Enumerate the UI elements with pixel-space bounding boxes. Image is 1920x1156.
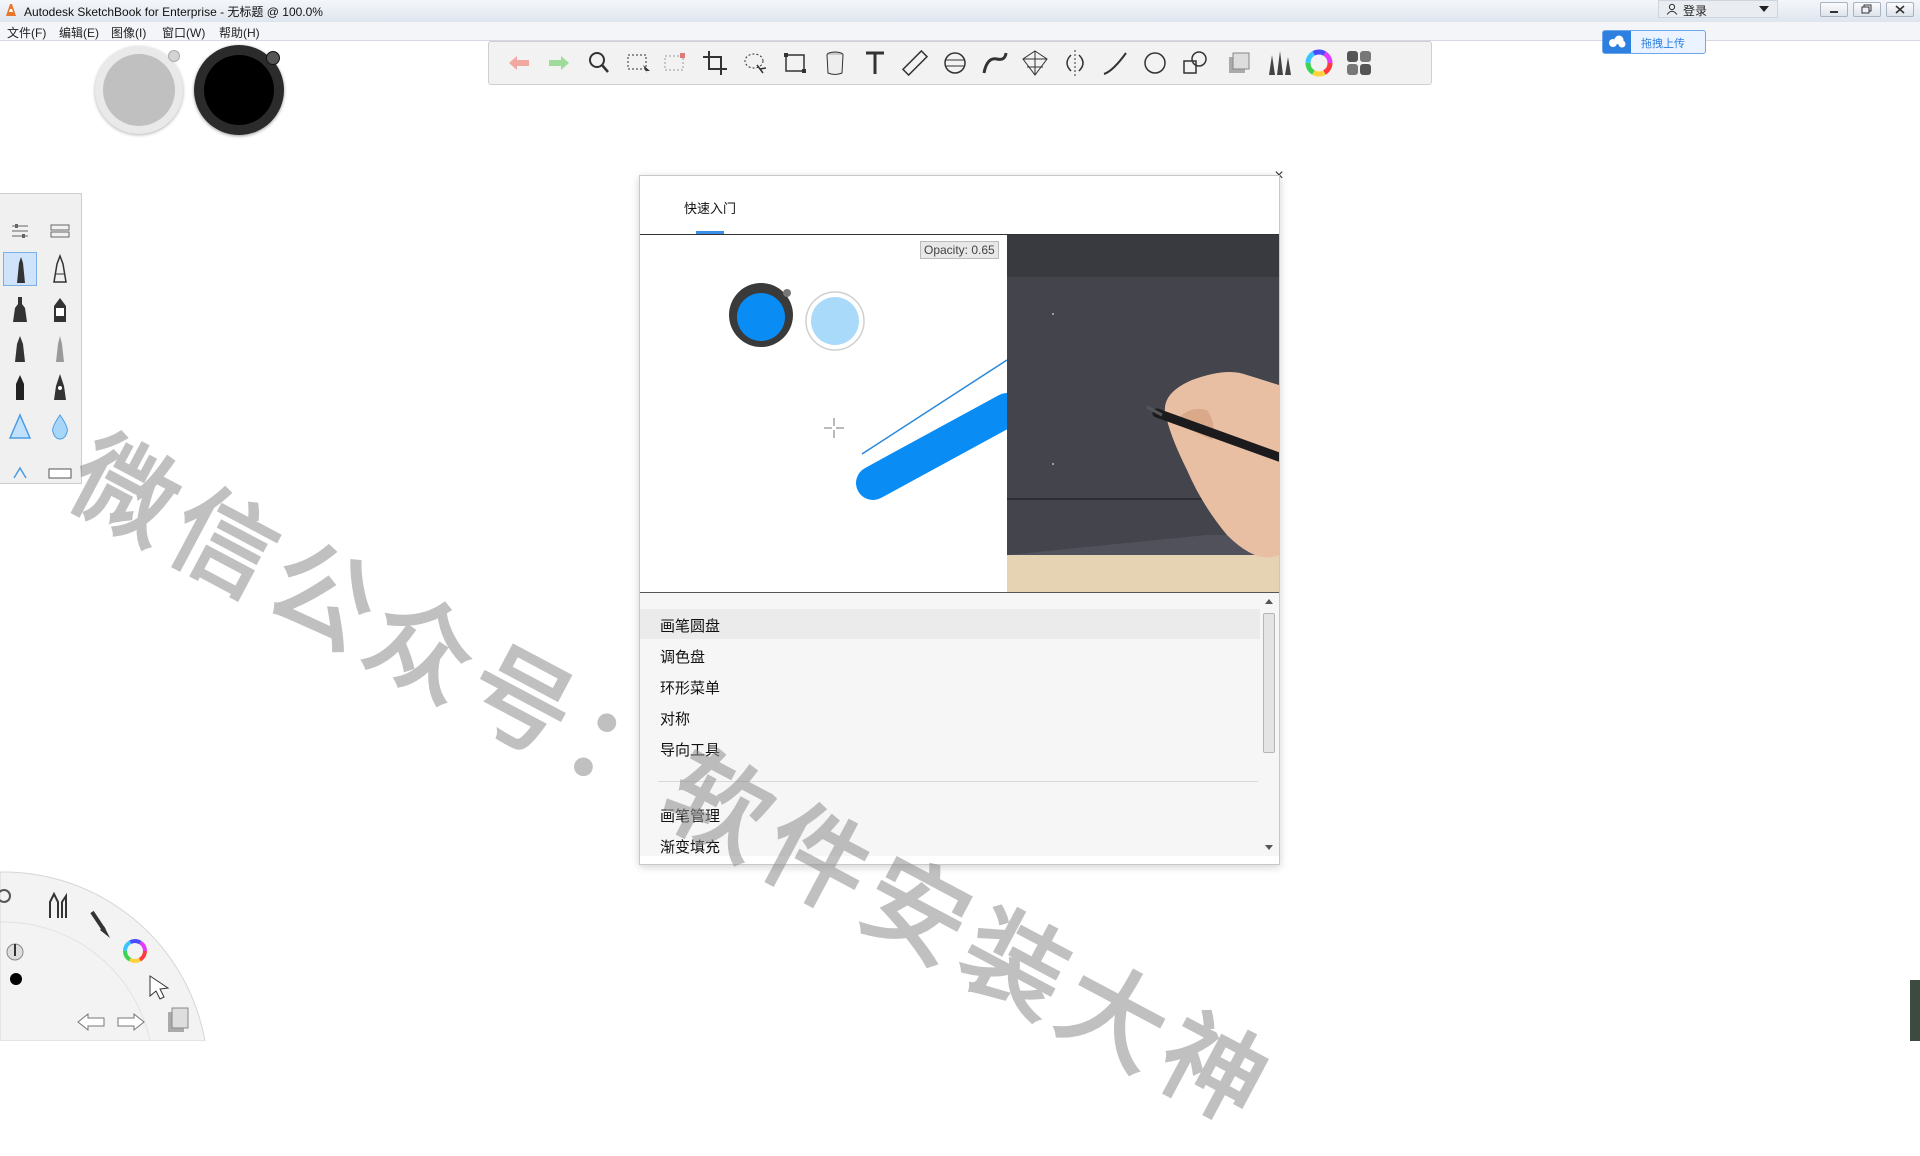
scroll-thumb[interactable] [1263,613,1275,753]
brush-palette [0,193,82,484]
french-curve-icon[interactable] [979,47,1011,79]
eraser-icon[interactable] [43,448,77,479]
fill-icon[interactable] [819,47,851,79]
felt-pen-icon[interactable] [3,370,37,404]
menu-edit[interactable]: 编辑(E) [59,24,99,41]
minimize-button[interactable] [1820,2,1848,17]
ellipse-icon[interactable] [939,47,971,79]
login-dropdown[interactable]: 登录 [1658,0,1778,18]
canvas-edge-indicator [1910,980,1920,1041]
menu-help[interactable]: 帮助(H) [219,24,260,41]
distort-icon[interactable] [779,47,811,79]
restore-icon [1861,4,1872,14]
airbrush-icon[interactable] [3,410,37,444]
cloud-icon [1603,31,1631,53]
minimize-icon [1830,11,1838,13]
chevron-down-icon [1759,6,1769,12]
topic-brush-puck[interactable]: 画笔圆盘 [660,615,720,636]
zoom-icon[interactable] [583,47,615,79]
brush-library-icon[interactable] [1263,47,1295,79]
drag-upload-button[interactable]: 拖拽上传 [1602,30,1706,54]
upload-label: 拖拽上传 [1641,38,1685,50]
app-logo-icon [6,4,16,16]
login-label: 登录 [1683,4,1708,18]
soft-pencil-icon[interactable] [43,332,77,366]
tutorial-preview: Opacity: 0.65 [640,235,1279,592]
topic-color-palette[interactable]: 调色盘 [660,646,705,667]
calligraphy-pen-icon[interactable] [43,370,77,404]
close-icon [1895,5,1905,14]
crop-icon[interactable] [699,47,731,79]
window-title: Autodesk SketchBook for Enterprise - 无标题… [24,5,323,19]
symmetry-icon[interactable] [1059,47,1091,79]
primary-color-puck[interactable] [194,45,284,135]
puck-handle [266,51,280,65]
color-wheel-icon[interactable] [1303,47,1335,79]
pen-size-icon[interactable] [6,943,24,961]
menu-file[interactable]: 文件(F) [7,24,46,41]
demo-thick-stroke [856,393,1007,500]
demo-primary-puck [729,283,793,347]
tab-quick-start[interactable]: 快速入门 [684,198,736,217]
tablet-demo-image [1007,235,1279,592]
demo-secondary-puck [805,291,865,351]
chisel-marker-icon[interactable] [43,292,77,326]
title-bar: Autodesk SketchBook for Enterprise - 无标题… [0,0,1920,23]
redo-icon[interactable] [543,47,575,79]
ballpoint-icon[interactable] [43,252,77,286]
small-airbrush-icon[interactable] [3,448,37,479]
primary-color-swatch [204,55,274,125]
selected-topic-highlight [640,609,1260,639]
pencil-icon[interactable] [3,252,37,286]
undo-icon[interactable] [503,47,535,79]
copic-library-icon[interactable] [1343,47,1375,79]
lagoon-menu [0,871,206,1041]
menu-window[interactable]: 窗口(W) [162,24,205,41]
ink-pen-icon[interactable] [3,332,37,366]
layer-editor-icon[interactable] [1223,47,1255,79]
water-drop-icon[interactable] [43,410,77,444]
secondary-color-puck[interactable] [95,46,183,134]
user-icon [1666,3,1678,15]
close-window-button[interactable] [1886,2,1914,17]
demo-canvas [729,283,1007,500]
restore-button[interactable] [1853,2,1881,17]
ruler-icon[interactable] [899,47,931,79]
puck-handle [168,50,180,62]
perspective-icon[interactable] [1019,47,1051,79]
text-icon[interactable] [859,47,891,79]
palette-layout-icon[interactable] [43,214,77,248]
select-icon[interactable] [623,47,655,79]
color-dot-icon[interactable] [10,973,22,985]
transform-select-icon[interactable] [659,47,691,79]
main-toolbar [488,41,1432,85]
lasso-icon[interactable] [739,47,771,79]
secondary-color-swatch [103,54,175,126]
menu-image[interactable]: 图像(I) [111,24,146,41]
shape-icon[interactable] [1179,47,1211,79]
line-icon[interactable] [1099,47,1131,79]
circle-icon[interactable] [1139,47,1171,79]
brush-properties-icon[interactable] [3,214,37,248]
scroll-up-icon[interactable] [1265,599,1273,604]
topic-list-scrollbar[interactable] [1260,593,1279,856]
marker-icon[interactable] [3,292,37,326]
crosshair-cursor-icon [824,418,844,438]
scroll-down-icon[interactable] [1265,845,1273,850]
